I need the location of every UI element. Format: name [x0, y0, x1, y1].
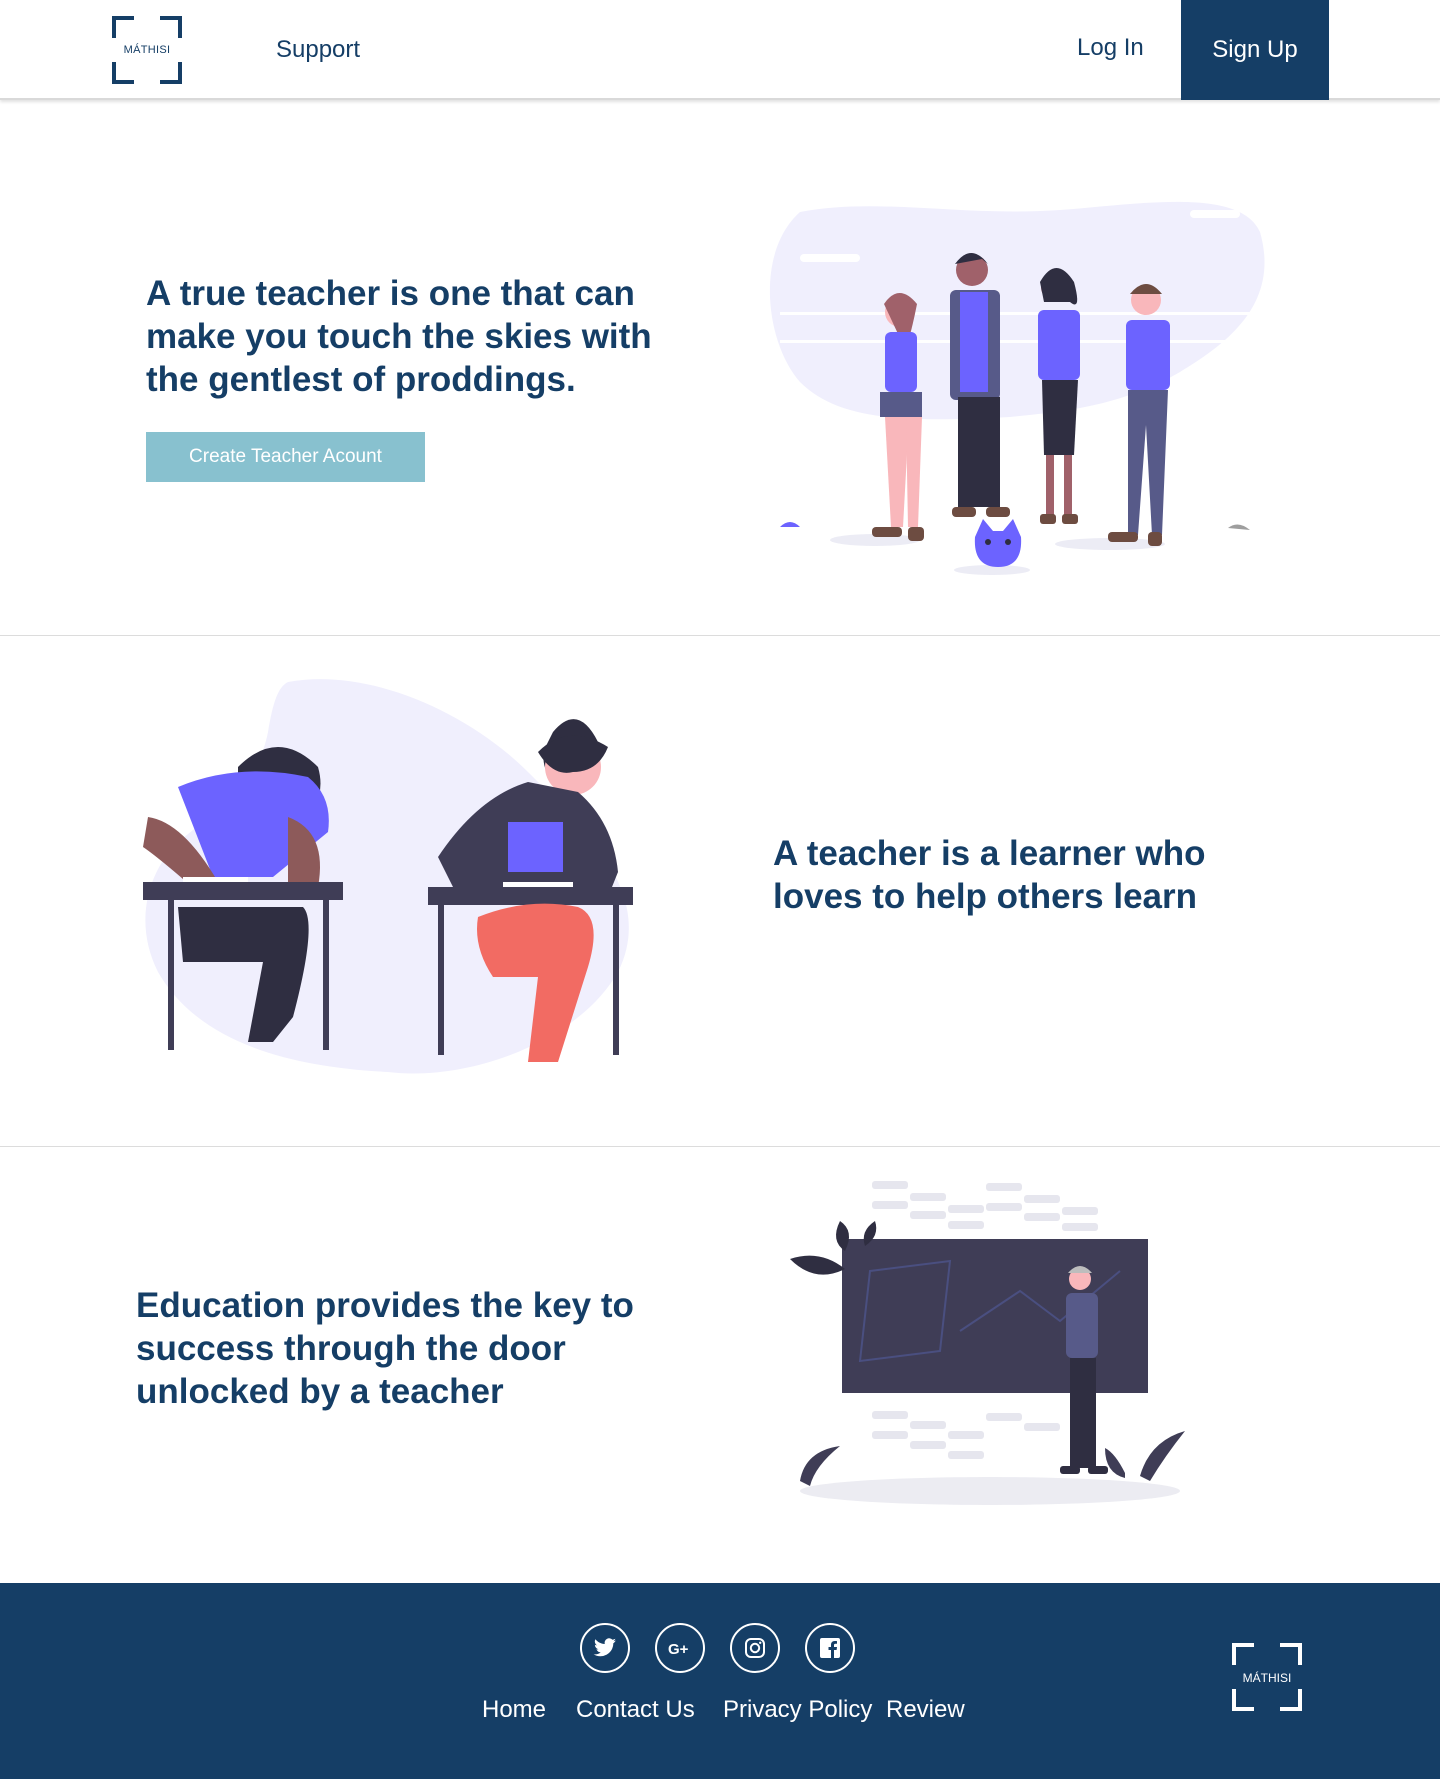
hero-quote: A true teacher is one that can make you … — [146, 274, 652, 399]
signup-button[interactable]: Sign Up — [1181, 0, 1329, 100]
brand-logo[interactable]: MÁTHISI — [112, 16, 182, 84]
site-header: MÁTHISI Support Log In Sign Up — [0, 0, 1440, 100]
facebook-icon[interactable] — [805, 1623, 855, 1673]
students-writing-illustration — [143, 679, 633, 1074]
footer-logo[interactable]: MÁTHISI — [1232, 1643, 1302, 1711]
learner-section: A teacher is a learner who loves to help… — [0, 636, 1440, 1147]
google-plus-icon[interactable]: G+ — [655, 1623, 705, 1673]
svg-text:G+: G+ — [668, 1641, 689, 1657]
footer-privacy-link[interactable]: Privacy Policy — [723, 1696, 872, 1724]
logo-text: MÁTHISI — [123, 44, 171, 56]
education-section: Education provides the key to success th… — [0, 1147, 1440, 1583]
footer-home-link[interactable]: Home — [482, 1696, 546, 1724]
education-quote: Education provides the key to success th… — [136, 1286, 634, 1411]
teacher-blackboard-illustration — [790, 1181, 1185, 1505]
nav-support-link[interactable]: Support — [276, 36, 360, 64]
instagram-icon[interactable] — [730, 1623, 780, 1673]
nav-login-link[interactable]: Log In — [1077, 34, 1144, 62]
footer-logo-text: MÁTHISI — [1242, 1671, 1292, 1685]
footer-review-link[interactable]: Review — [886, 1696, 965, 1724]
hero-section: A true teacher is one that can make you … — [0, 100, 1440, 636]
learner-quote: A teacher is a learner who loves to help… — [773, 834, 1206, 916]
create-teacher-account-button[interactable]: Create Teacher Acount — [146, 432, 425, 482]
site-footer: G+ Home Contact Us Privacy Policy Review… — [0, 1583, 1440, 1779]
twitter-icon[interactable] — [580, 1623, 630, 1673]
team-illustration — [769, 201, 1265, 575]
footer-contact-link[interactable]: Contact Us — [576, 1696, 695, 1724]
